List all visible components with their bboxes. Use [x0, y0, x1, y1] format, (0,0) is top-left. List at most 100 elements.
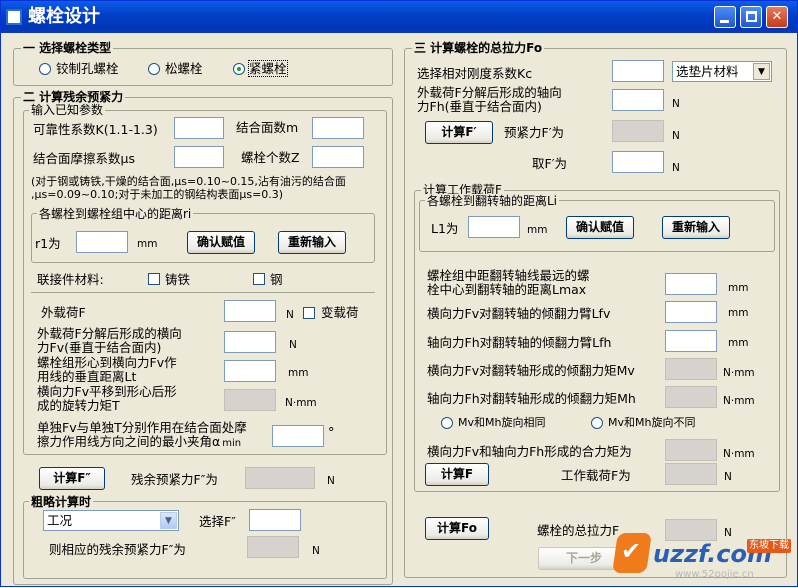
minimize-icon: [720, 20, 729, 23]
external-load-input[interactable]: [224, 300, 276, 322]
joint-count-input[interactable]: [312, 117, 364, 139]
variable-load-checkbox[interactable]: [303, 307, 315, 319]
rough-calc-title: 粗略计算时: [29, 495, 94, 509]
divider: [31, 292, 375, 293]
steel-label[interactable]: 钢: [270, 272, 283, 287]
external-load-label: 外载荷F: [41, 305, 86, 320]
resultant-output: [665, 439, 717, 461]
close-button[interactable]: ✕: [766, 6, 788, 28]
steel-checkbox[interactable]: [253, 273, 265, 285]
li-distance-title: 各螺栓到翻转轴的距离Li: [425, 194, 560, 208]
calc-work-load-button[interactable]: 计算F: [425, 463, 489, 486]
condition-value: 工况: [47, 513, 73, 528]
torque-output: [224, 389, 276, 411]
resultant-label: 横向力Fv和轴向力Fh形成的合力矩为: [427, 444, 632, 459]
confirm-li-button[interactable]: 确认赋值: [566, 216, 634, 239]
calc-preload-button[interactable]: 计算F′: [425, 121, 493, 144]
radio-loose-bolt[interactable]: [148, 63, 160, 75]
fh-input[interactable]: [612, 89, 664, 111]
external-load-unit: N: [286, 309, 294, 321]
l1-input[interactable]: [468, 216, 520, 238]
mv-output: [665, 358, 717, 380]
corr-residual-unit: N: [312, 545, 320, 557]
residual-preload-title: 二 计算残余预紧力: [21, 90, 126, 104]
take-preload-input[interactable]: [612, 151, 664, 173]
angle-label-2: 擦力作用线方向之间的最小夹角α min: [37, 434, 241, 451]
loose-bolt-label[interactable]: 松螺栓: [165, 61, 203, 76]
tight-bolt-label[interactable]: 紧螺栓: [248, 60, 288, 77]
friction-label: 结合面摩擦系数μs: [33, 151, 135, 166]
stiffness-input[interactable]: [612, 60, 664, 82]
radio-tight-bolt[interactable]: [233, 63, 245, 75]
site-watermark: ✔ uzzf.com 东坡下载 www.52pojie.cn: [612, 523, 798, 588]
torque-label-1: 横向力Fv平移到形心后形: [37, 384, 177, 399]
torque-unit: N·mm: [285, 397, 317, 409]
angle-input[interactable]: [272, 425, 324, 447]
l1-label: L1为: [431, 221, 459, 236]
lfv-input[interactable]: [665, 301, 717, 323]
minimize-button[interactable]: [714, 6, 736, 28]
angle-label-2-text: 擦力作用线方向之间的最小夹角α: [37, 434, 221, 449]
window-title: 螺栓设计: [28, 6, 100, 27]
ri-distance-title: 各螺栓到螺栓组中心的距离ri: [37, 207, 194, 221]
lmax-label-2: 栓中心到翻转轴的距离Lmax: [427, 282, 587, 297]
condition-select[interactable]: 工况 ▼: [43, 510, 179, 531]
total-tension-title: 三 计算螺栓的总拉力Fo: [412, 41, 545, 55]
stiffness-label: 选择相对刚度系数Kc: [417, 66, 533, 81]
reinput-ri-button[interactable]: 重新输入: [278, 231, 346, 254]
same-direction-label[interactable]: Mv和Mh旋向相同: [458, 416, 545, 429]
reinput-li-button[interactable]: 重新输入: [662, 216, 730, 239]
work-load-unit: N: [724, 471, 732, 483]
residual-unit: N: [327, 475, 335, 487]
fv-label-2: 力Fv(垂直于结合面内): [37, 340, 162, 355]
choose-residual-input[interactable]: [249, 509, 301, 531]
friction-note-2: ,μs=0.09~0.10;对于未加工的钢结构表面μs=0.3): [31, 188, 284, 201]
lfh-input[interactable]: [665, 330, 717, 352]
calc-total-tension-button[interactable]: 计算Fo: [425, 517, 489, 540]
chevron-down-icon[interactable]: ▼: [753, 63, 770, 80]
gasket-material-value: 选垫片材料: [676, 64, 739, 79]
preload-unit: N: [672, 130, 680, 142]
material-label: 联接件材料:: [37, 272, 104, 287]
r1-unit: mm: [137, 238, 158, 250]
mh-label: 轴向力Fh对翻转轴形成的倾翻力矩Mh: [427, 391, 636, 406]
watermark-url: www.52pojie.cn: [675, 569, 754, 580]
cast-iron-label[interactable]: 铸铁: [165, 272, 190, 287]
take-preload-unit: N: [672, 162, 680, 174]
lt-input[interactable]: [224, 360, 276, 382]
bolt-count-input[interactable]: [312, 146, 364, 168]
lt-unit: mm: [288, 367, 309, 379]
radio-reamed-bolt[interactable]: [39, 63, 51, 75]
maximize-button[interactable]: [740, 6, 762, 28]
gasket-material-select[interactable]: 选垫片材料 ▼: [672, 61, 772, 82]
corr-residual-label: 则相应的残余预紧力F″为: [49, 542, 186, 557]
corr-residual-output: [247, 536, 299, 558]
reamed-bolt-label[interactable]: 铰制孔螺栓: [56, 61, 119, 76]
residual-output: [245, 467, 315, 489]
angle-label-1: 单独Fv与单独T分别作用在结合面处摩: [37, 420, 247, 435]
fv-input[interactable]: [224, 331, 276, 353]
diff-direction-label[interactable]: Mv和Mh旋向不同: [608, 416, 695, 429]
chevron-down-icon[interactable]: ▼: [160, 512, 177, 529]
r1-input[interactable]: [76, 231, 128, 253]
lfh-unit: mm: [728, 337, 749, 349]
fh-label-2: 力Fh(垂直于结合面内): [417, 99, 542, 114]
fh-unit: N: [672, 98, 680, 110]
radio-diff-direction[interactable]: [591, 417, 603, 429]
confirm-ri-button[interactable]: 确认赋值: [187, 231, 255, 254]
radio-same-direction[interactable]: [441, 417, 453, 429]
work-load-label: 工作载荷F为: [561, 468, 631, 483]
title-bar[interactable]: 螺栓设计 ✕: [1, 1, 797, 33]
friction-input[interactable]: [174, 146, 224, 168]
mv-label: 横向力Fv对翻转轴形成的倾翻力矩Mv: [427, 363, 635, 378]
torque-label-2: 成的旋转力矩T: [37, 398, 120, 413]
cast-iron-checkbox[interactable]: [148, 273, 160, 285]
calc-residual-button[interactable]: 计算F″: [39, 467, 105, 490]
bolt-design-window: 螺栓设计 ✕ 一 选择螺栓类型 铰制孔螺栓 松螺栓 紧螺栓 二 计算残余预紧力 …: [0, 0, 798, 587]
variable-load-label[interactable]: 变载荷: [321, 305, 359, 320]
angle-subscript: min: [222, 438, 242, 449]
lmax-input[interactable]: [665, 273, 717, 295]
mh-unit: N·mm: [723, 395, 755, 407]
reliability-input[interactable]: [174, 117, 224, 139]
bolt-count-label: 螺栓个数Z: [241, 150, 300, 165]
